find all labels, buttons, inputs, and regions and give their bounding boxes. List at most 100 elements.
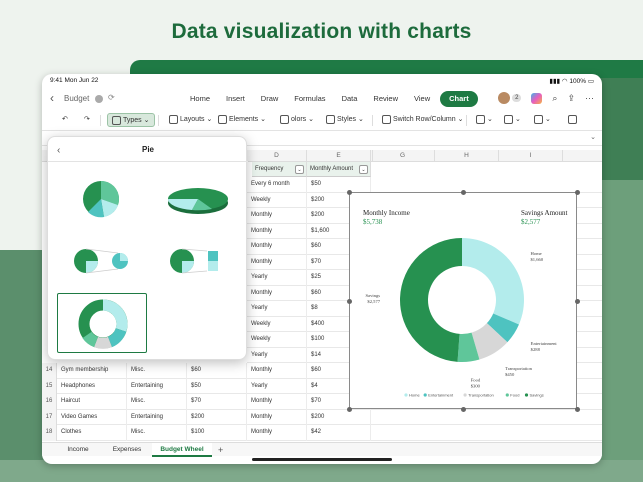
redo-icon[interactable]: ↷ — [80, 113, 94, 127]
tab-insert[interactable]: Insert — [220, 91, 251, 107]
bar-of-pie-thumbnail[interactable] — [152, 231, 242, 291]
tab-home[interactable]: Home — [184, 91, 216, 107]
tab-draw[interactable]: Draw — [255, 91, 285, 107]
resize-handle[interactable] — [461, 407, 466, 412]
donut-slice-home[interactable] — [462, 238, 524, 325]
sheet-tab-budget-wheel[interactable]: Budget Wheel — [152, 443, 212, 457]
resize-handle[interactable] — [347, 407, 352, 412]
cell-frequency[interactable]: Monthly — [247, 223, 307, 239]
share-icon[interactable]: ⇪ — [567, 93, 575, 104]
layouts-button[interactable]: Layouts ⌄ — [165, 113, 216, 127]
table-row[interactable]: Every 6 month $50 — [247, 177, 602, 193]
avatar[interactable] — [498, 92, 511, 104]
sheet-tab-expenses[interactable]: Expenses — [102, 443, 152, 457]
cell-frequency[interactable]: Yearly — [247, 347, 307, 363]
cell-category[interactable]: Entertaining — [127, 378, 187, 394]
cell-frequency[interactable]: Yearly — [247, 378, 307, 394]
undo-icon[interactable]: ↶ — [58, 113, 72, 127]
cell-frequency[interactable]: Monthly — [247, 285, 307, 301]
column-header-h[interactable]: H — [435, 150, 499, 162]
tab-data[interactable]: Data — [336, 91, 364, 107]
data-select-icon[interactable]: ⌄ — [472, 113, 497, 127]
cell-frequency[interactable]: Yearly — [247, 301, 307, 317]
tab-formulas[interactable]: Formulas — [288, 91, 331, 107]
cell-frequency[interactable]: Weekly — [247, 316, 307, 332]
column-header-d[interactable]: D — [247, 150, 307, 162]
back-chevron-icon[interactable]: ‹ — [50, 91, 54, 105]
types-button[interactable]: Types ⌄ — [107, 113, 155, 127]
doughnut-thumbnail[interactable] — [57, 293, 147, 353]
cell-frequency[interactable]: Yearly — [247, 270, 307, 286]
tab-view[interactable]: View — [408, 91, 436, 107]
donut-slice-savings[interactable] — [400, 238, 462, 362]
filter-dropdown-icon[interactable]: ⌄ — [295, 165, 304, 174]
cell-item[interactable]: Haircut — [57, 394, 127, 410]
row-number[interactable]: 16 — [42, 394, 57, 410]
resize-handle[interactable] — [575, 299, 580, 304]
elements-button[interactable]: Elements ⌄ — [214, 113, 270, 127]
arrange-icon[interactable]: ⌄ — [500, 113, 525, 127]
resize-handle[interactable] — [461, 190, 466, 195]
table-row[interactable]: 18 Clothes Misc. $100 Monthly $42 — [42, 425, 602, 441]
cell-cost[interactable]: $200 — [187, 409, 247, 425]
switch-row-column-button[interactable]: Switch Row/Column ⌄ — [378, 113, 467, 127]
tab-review[interactable]: Review — [367, 91, 404, 107]
filter-dropdown-icon[interactable]: ⌄ — [359, 165, 368, 174]
cell-category[interactable]: Misc. — [127, 394, 187, 410]
header-monthly-amount[interactable]: Monthly Amount ⌄ — [307, 162, 371, 177]
cell-item[interactable]: Clothes — [57, 425, 127, 441]
column-header-i[interactable]: I — [499, 150, 563, 162]
cell-frequency[interactable]: Every 6 month — [247, 177, 307, 193]
cell-frequency[interactable]: Monthly — [247, 425, 307, 441]
more-icon[interactable]: ··· — [585, 93, 594, 103]
cell-frequency[interactable]: Monthly — [247, 254, 307, 270]
cell-item[interactable]: Video Games — [57, 409, 127, 425]
add-sheet-icon[interactable]: + — [218, 443, 223, 457]
cell-cost[interactable]: $100 — [187, 425, 247, 441]
cell-category[interactable]: Misc. — [127, 425, 187, 441]
cell-category[interactable]: Misc. — [127, 363, 187, 379]
cell-frequency[interactable]: Monthly — [247, 208, 307, 224]
resize-handle[interactable] — [575, 190, 580, 195]
cell-item[interactable]: Gym membership — [57, 363, 127, 379]
cell-category[interactable]: Entertaining — [127, 409, 187, 425]
cell-cost[interactable]: $70 — [187, 394, 247, 410]
cell-monthly-amount[interactable]: $200 — [307, 409, 371, 425]
cell-cost[interactable]: $50 — [187, 378, 247, 394]
size-icon[interactable]: ⌄ — [530, 113, 555, 127]
cell-frequency[interactable]: Monthly — [247, 239, 307, 255]
cell-frequency[interactable]: Weekly — [247, 192, 307, 208]
header-frequency[interactable]: Frequency ⌄ — [252, 162, 307, 177]
table-row[interactable]: 17 Video Games Entertaining $200 Monthly $200 — [42, 409, 602, 425]
resize-handle[interactable] — [575, 407, 580, 412]
cell-monthly-amount[interactable]: $42 — [307, 425, 371, 441]
pie-3d-thumbnail[interactable] — [152, 169, 242, 229]
colors-button[interactable]: olors ⌄ — [276, 113, 318, 127]
row-number[interactable]: 14 — [42, 363, 57, 379]
row-number[interactable]: 17 — [42, 409, 57, 425]
pie-of-pie-thumbnail[interactable] — [56, 231, 146, 291]
resize-handle[interactable] — [347, 190, 352, 195]
sheet-tab-income[interactable]: Income — [56, 443, 100, 457]
row-number[interactable]: 18 — [42, 425, 57, 441]
alt-text-icon[interactable] — [564, 113, 583, 127]
column-header-g[interactable]: G — [371, 150, 435, 162]
cell-frequency[interactable]: Monthly — [247, 409, 307, 425]
search-icon[interactable]: ⌕ — [552, 93, 557, 104]
cell-monthly-amount[interactable]: $50 — [307, 177, 371, 193]
pie-2d-thumbnail[interactable] — [56, 169, 146, 229]
resize-handle[interactable] — [347, 299, 352, 304]
tab-chart[interactable]: Chart — [440, 91, 478, 107]
cell-item[interactable]: Headphones — [57, 378, 127, 394]
cell-frequency[interactable]: Weekly — [247, 332, 307, 348]
styles-button[interactable]: Styles ⌄ — [322, 113, 368, 127]
cell-cost[interactable]: $60 — [187, 363, 247, 379]
copilot-icon[interactable] — [531, 92, 543, 104]
donut-chart[interactable]: Monthly Income $5,738 Savings Amount $2,… — [347, 190, 580, 412]
autosave-icon[interactable]: ⟳ — [108, 93, 115, 102]
cell-frequency[interactable]: Monthly — [247, 394, 307, 410]
expand-formula-chevron-icon[interactable]: ⌄ — [590, 133, 596, 141]
document-title[interactable]: Budget — [64, 94, 89, 103]
column-header-e[interactable]: E — [307, 150, 371, 162]
cell-frequency[interactable]: Monthly — [247, 363, 307, 379]
